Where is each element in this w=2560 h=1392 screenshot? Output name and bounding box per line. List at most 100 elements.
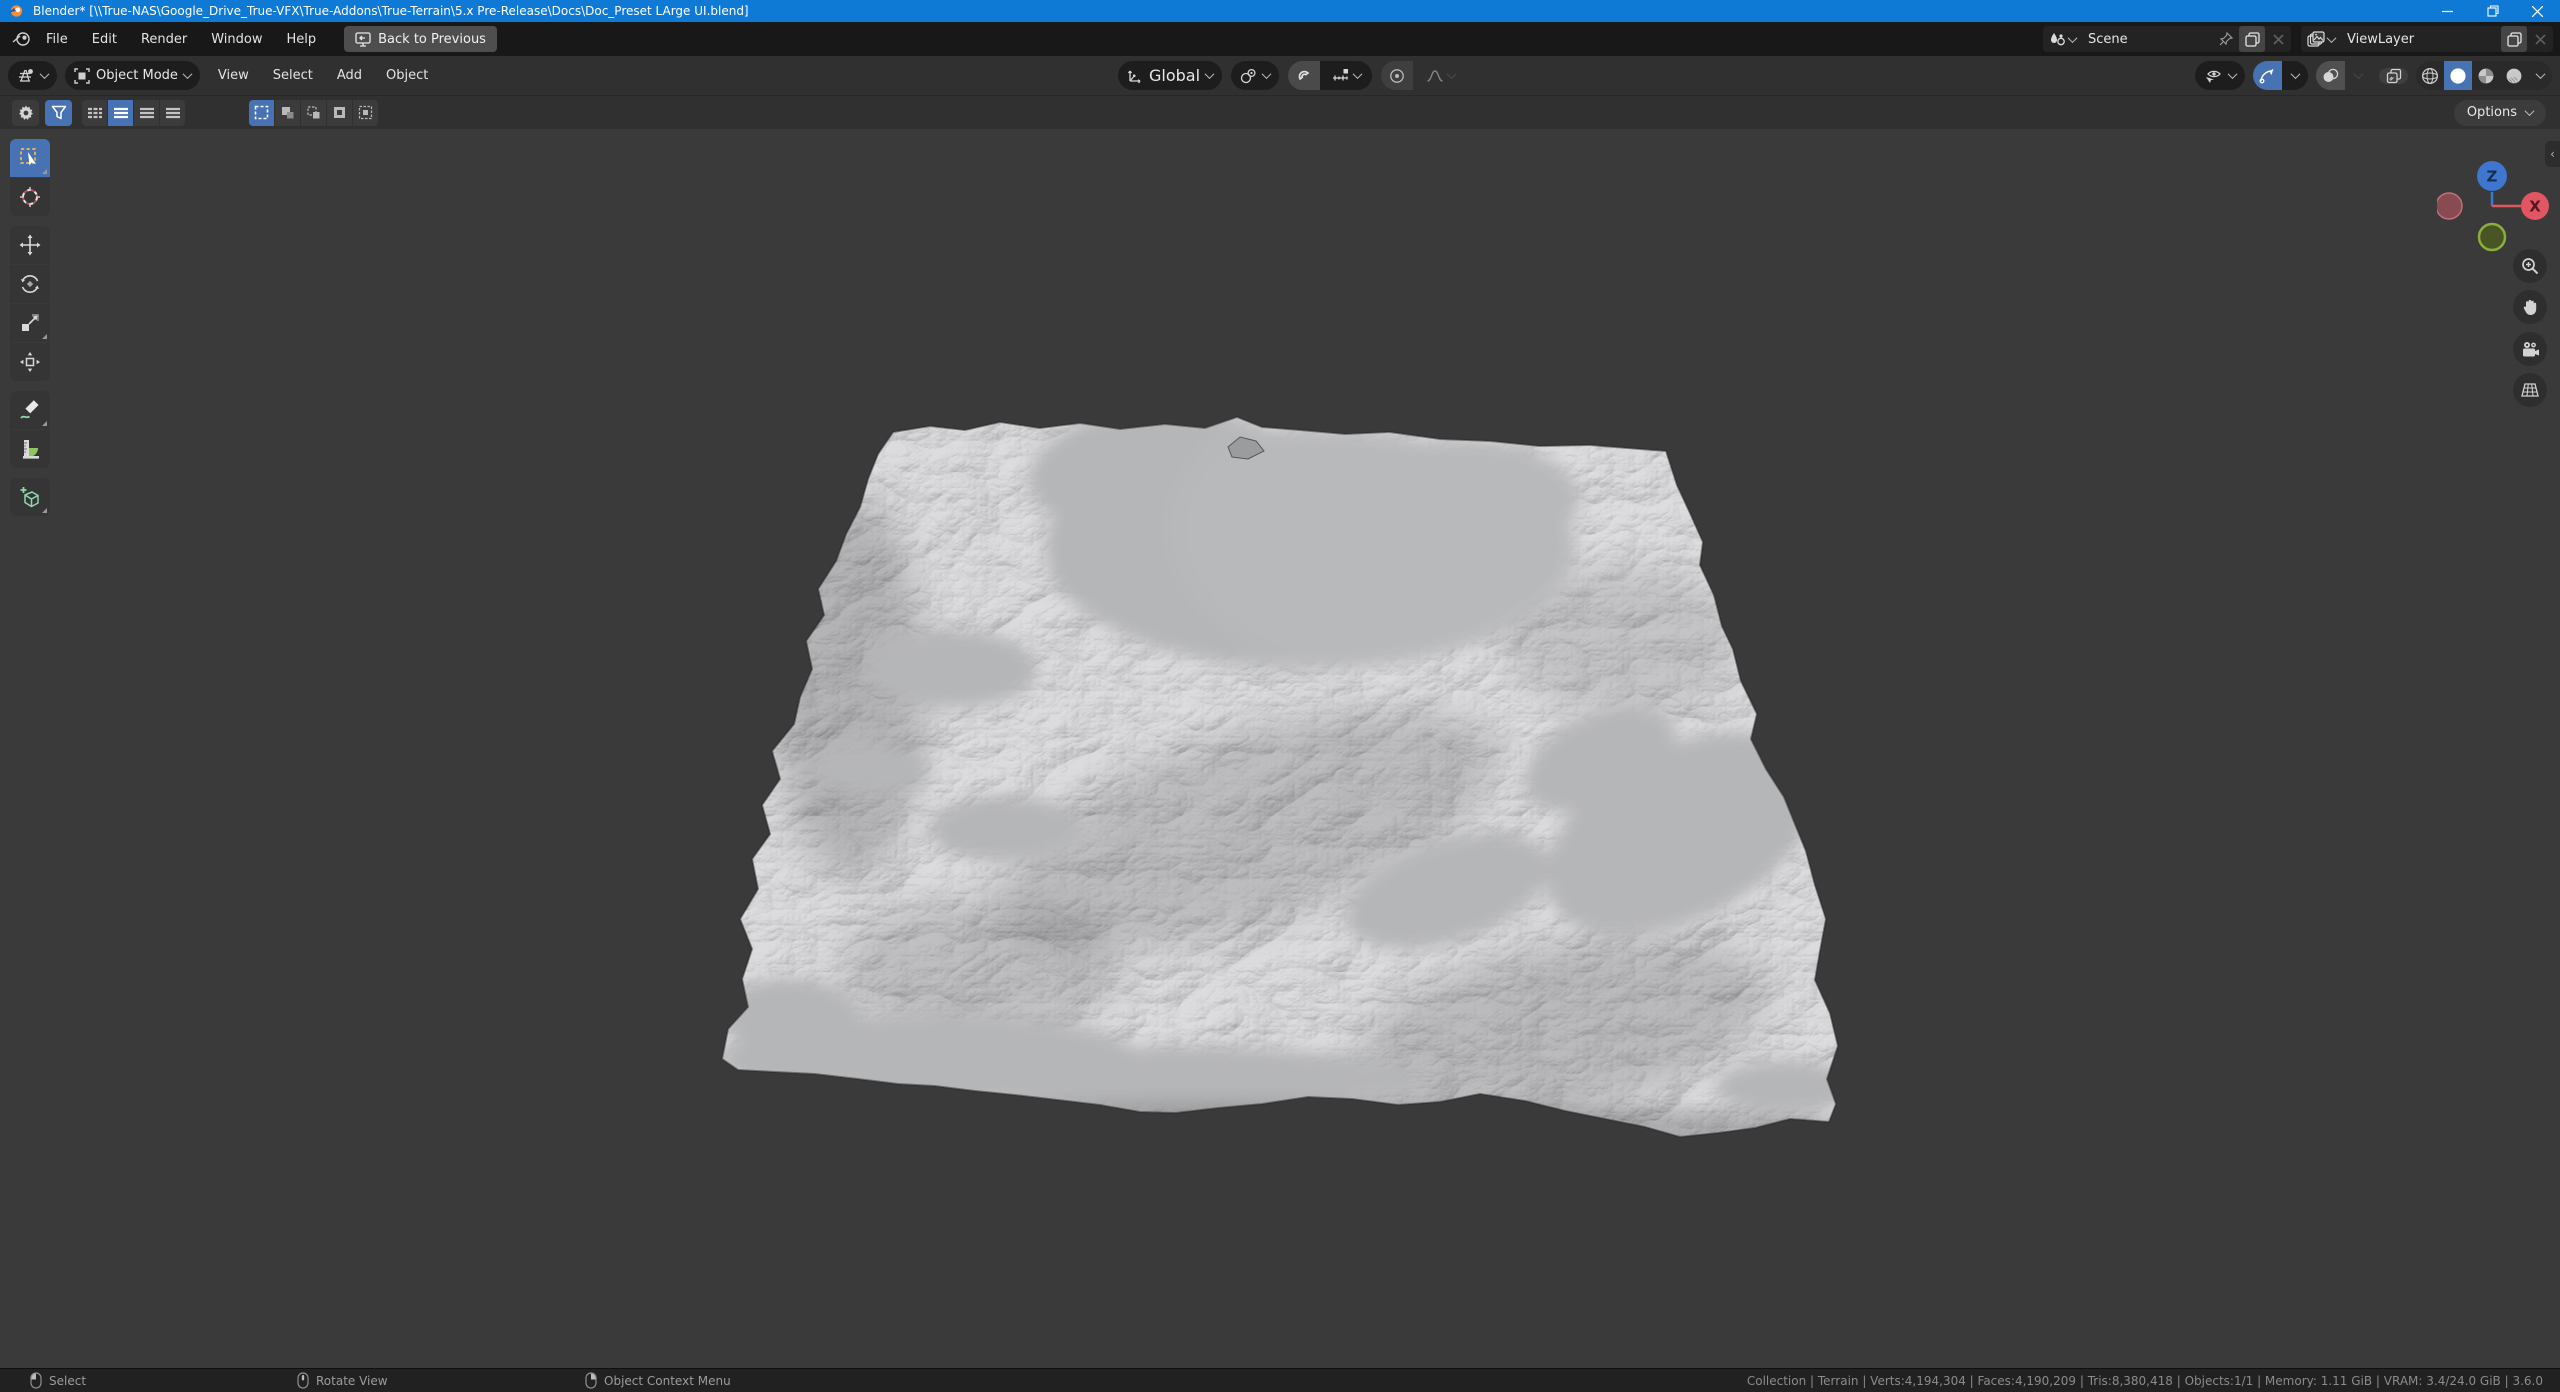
pin-icon[interactable] [2213,26,2239,52]
overlays-settings-button[interactable] [2345,61,2371,90]
xray-icon [2386,68,2402,84]
unlink-scene-button[interactable] [2265,26,2291,52]
blender-menu-icon[interactable] [8,26,34,52]
menu-select[interactable]: Select [261,68,325,83]
select-mode-intersect-button[interactable] [353,100,378,126]
filter-button[interactable] [45,100,72,126]
close-button[interactable] [2515,0,2560,22]
tool-annotate[interactable] [10,391,50,429]
select-mode-extend-button[interactable] [275,100,300,126]
3d-viewport[interactable]: Z X ‹ [0,129,2560,1368]
tool-move[interactable] [10,226,50,264]
left-mouse-button-icon [30,1372,42,1389]
menu-render[interactable]: Render [129,32,199,47]
tool-settings-bar: Options [0,95,2560,129]
move-icon [19,234,41,256]
scene-browse-button[interactable] [2043,31,2082,47]
display-mode-buttons [82,100,185,126]
viewport-toolbar [10,139,50,517]
zoom-button[interactable] [2513,249,2547,283]
transform-icon [19,351,41,373]
viewport-display-controls [2195,61,2552,90]
hint-rotate-view-label: Rotate View [316,1374,388,1388]
display-mode-button-3[interactable] [134,100,159,126]
shading-wireframe-button[interactable] [2416,61,2444,90]
tool-scale[interactable] [10,304,50,342]
chevron-down-icon [2353,69,2363,79]
topbar: File Edit Render Window Help Back to Pre… [0,22,2560,56]
menu-file[interactable]: File [34,32,80,47]
scene-selector[interactable]: Scene [2043,26,2291,52]
display-mode-button-2[interactable] [108,100,133,126]
shading-solid-button[interactable] [2444,61,2472,90]
navigation-gizmo[interactable]: Z X [2437,143,2549,255]
back-to-previous-button[interactable]: Back to Previous [344,26,497,52]
tool-select-box[interactable] [10,139,50,177]
snap-settings-button[interactable] [1320,61,1372,90]
pan-button[interactable] [2513,290,2547,324]
menu-edit[interactable]: Edit [80,32,129,47]
menu-object[interactable]: Object [374,68,440,83]
shading-settings-button[interactable] [2528,61,2552,90]
gizmo-y-axis[interactable] [2479,224,2505,250]
snap-toggle-button[interactable] [1288,61,1320,90]
ortho-perspective-button[interactable] [2513,373,2547,407]
chevron-down-icon [40,69,50,79]
menu-window[interactable]: Window [199,32,274,47]
lines-icon [114,107,128,119]
shading-material-button[interactable] [2472,61,2500,90]
remove-viewlayer-button[interactable] [2527,26,2553,52]
gizmos-toggle-button[interactable] [2253,61,2282,90]
display-mode-button-4[interactable] [160,100,185,126]
falloff-curve-icon [1426,68,1444,84]
xray-toggle-button[interactable] [2379,68,2408,84]
options-label: Options [2467,105,2517,120]
rotate-icon [19,273,41,295]
select-mode-subtract-button[interactable] [301,100,326,126]
proportional-toggle-button[interactable] [1381,61,1413,90]
add-viewlayer-button[interactable] [2501,26,2527,52]
proportional-edit-controls [1381,61,1467,90]
hint-select: Select [30,1369,86,1392]
shading-rendered-button[interactable] [2500,61,2528,90]
subtool-indicator [42,421,47,426]
mode-selector[interactable]: Object Mode [65,61,200,90]
viewlayer-selector[interactable]: ViewLayer [2301,26,2553,52]
viewlayer-browse-button[interactable] [2301,31,2341,47]
orientation-selector[interactable]: Global [1118,61,1222,90]
chevron-down-icon [1446,69,1456,79]
gizmos-settings-button[interactable] [2282,61,2308,90]
new-scene-button[interactable] [2239,26,2265,52]
proportional-circle-icon [1389,68,1405,84]
terrain-mesh[interactable] [0,129,2560,1368]
menu-view[interactable]: View [206,68,261,83]
tool-rotate[interactable] [10,265,50,303]
tool-transform[interactable] [10,343,50,381]
select-mode-set-button[interactable] [249,100,274,126]
chevron-left-icon: ‹ [2550,147,2555,161]
options-button[interactable]: Options [2454,100,2546,126]
object-visibility-button[interactable] [2195,61,2245,90]
hint-context-menu-label: Object Context Menu [604,1374,731,1388]
display-mode-button-1[interactable] [82,100,107,126]
tool-add-cube[interactable] [10,478,50,516]
overlays-toggle-button[interactable] [2316,61,2345,90]
pivot-point-button[interactable] [1231,61,1279,90]
menu-help[interactable]: Help [275,32,329,47]
viewlayer-icon [2307,31,2325,47]
tool-settings-gear-button[interactable] [12,100,39,126]
minimize-button[interactable] [2425,0,2470,22]
magnifier-plus-icon [2521,257,2539,275]
proportional-falloff-button[interactable] [1413,61,1467,90]
window-controls [2425,0,2560,22]
restore-button[interactable] [2470,0,2515,22]
sidebar-collapse-tab[interactable]: ‹ [2545,141,2560,167]
camera-view-button[interactable] [2513,332,2547,366]
menu-add[interactable]: Add [325,68,374,83]
tool-cursor[interactable] [10,178,50,216]
gizmo-neg-x-axis[interactable] [2437,193,2462,219]
editor-type-button[interactable] [8,61,57,90]
tool-measure[interactable] [10,430,50,468]
select-mode-invert-button[interactable] [327,100,352,126]
scene-name: Scene [2082,32,2213,47]
